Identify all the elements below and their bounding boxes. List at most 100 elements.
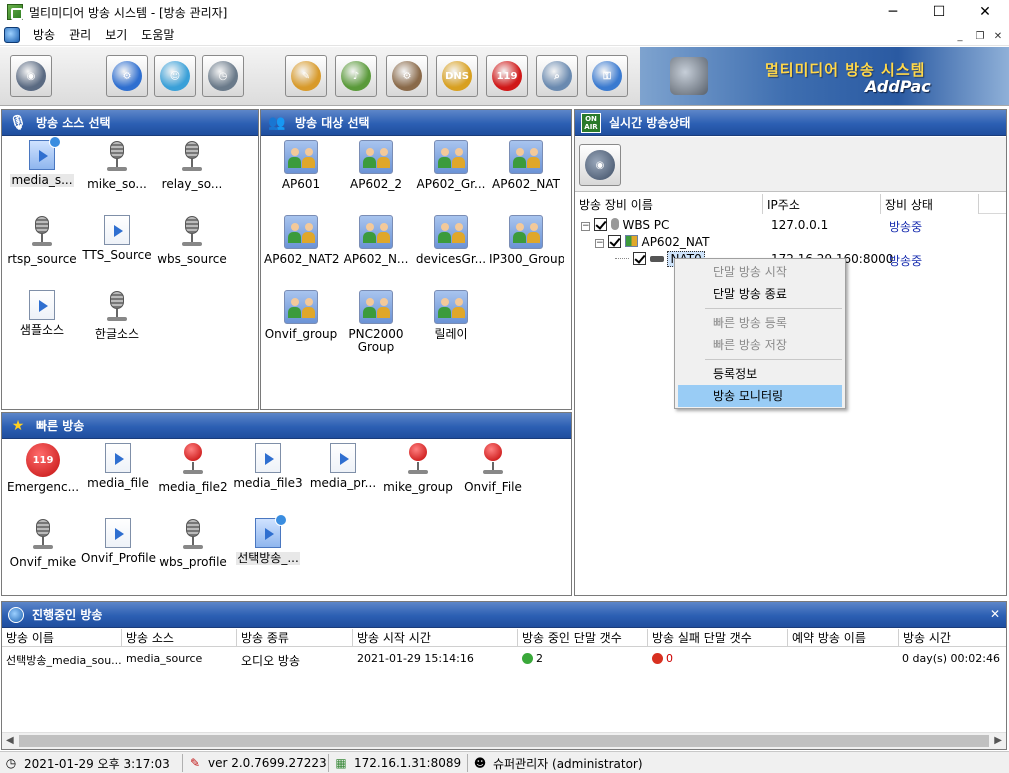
grid-item[interactable]: wbs_source (154, 215, 230, 269)
monitor-button[interactable]: ◉ (579, 144, 621, 186)
grid-item[interactable]: IP300_Group (488, 215, 564, 269)
grid-item[interactable]: AP602_NAT (488, 140, 564, 194)
col-device-name[interactable]: 방송 장비 이름 (575, 194, 763, 214)
col-broadcast-type[interactable]: 방송 종류 (237, 629, 353, 647)
col-start-time[interactable]: 방송 시작 시간 (353, 629, 518, 647)
grid-item[interactable]: media_file2 (155, 443, 231, 497)
grid-item[interactable]: 샘플소스 (4, 290, 80, 340)
menu-broadcast-monitoring[interactable]: 방송 모니터링 (678, 385, 842, 407)
collapse-icon[interactable]: − (581, 222, 590, 231)
menu-manage[interactable]: 관리 (62, 26, 98, 43)
status-toolbar: ◉ (575, 137, 1006, 192)
menu-quick-save[interactable]: 빠른 방송 저장 (678, 334, 842, 356)
tree-row-ap602-nat[interactable]: − AP602_NAT (595, 235, 709, 249)
broadcast-file-icon: ✎ (291, 61, 321, 91)
dns-icon: DNS (442, 61, 472, 91)
grid-item[interactable]: 한글소스 (79, 290, 155, 344)
scroll-right-icon[interactable]: ▶ (994, 735, 1002, 746)
menu-quick-register[interactable]: 빠른 방송 등록 (678, 312, 842, 334)
broadcast-monitor-button[interactable]: ◉ (10, 55, 52, 97)
col-failed-count[interactable]: 방송 실패 단말 갯수 (648, 629, 788, 647)
dns-button[interactable]: DNS (436, 55, 478, 97)
grid-item[interactable]: AP601 (263, 140, 339, 194)
mdi-minimize-button[interactable]: _ (952, 29, 968, 43)
horizontal-scrollbar[interactable]: ◀ ▶ (2, 732, 1006, 749)
status-panel-title: 실시간 방송상태 (609, 116, 691, 130)
scroll-left-icon[interactable]: ◀ (6, 735, 14, 746)
col-reserved-name[interactable]: 예약 방송 이름 (788, 629, 899, 647)
scroll-thumb[interactable] (19, 735, 989, 747)
maximize-button[interactable]: ☐ (916, 0, 962, 24)
col-broadcast-name[interactable]: 방송 이름 (2, 629, 122, 647)
cell-name[interactable]: 선택방송_media_sou... (6, 652, 122, 668)
menu-help[interactable]: 도움말 (134, 26, 181, 43)
grid-item[interactable]: Onvif_mike (5, 518, 81, 572)
cell-source: media_source (126, 652, 203, 665)
grid-item[interactable]: media_pr... (305, 443, 381, 493)
grid-item[interactable]: devicesGr... (413, 215, 489, 269)
tree-row-wbs-pc[interactable]: − WBS PC (581, 218, 669, 232)
grid-item[interactable]: media_file (80, 443, 156, 493)
search-log-button[interactable]: ⌕ (536, 55, 578, 97)
broadcast-file-button[interactable]: ✎ (285, 55, 327, 97)
grid-item[interactable]: PNC2000 Group (338, 290, 414, 357)
col-duration[interactable]: 방송 시간 (899, 629, 1006, 647)
live-panel-close-button[interactable]: ✕ (990, 607, 1000, 621)
item-label: PNC2000 Group (348, 328, 404, 354)
checkbox[interactable] (607, 235, 621, 248)
grid-item[interactable]: mike_group (380, 443, 456, 497)
menu-start-terminal[interactable]: 단말 방송 시작 (678, 261, 842, 283)
target-panel-title: 방송 대상 선택 (295, 116, 370, 130)
grid-item[interactable]: 119 Emergenc... (5, 443, 81, 497)
menu-broadcast[interactable]: 방송 (26, 26, 62, 43)
network-settings-button[interactable]: ⚙ (106, 55, 148, 97)
mdi-app-icon[interactable] (4, 26, 20, 43)
checkbox[interactable] (632, 252, 646, 265)
col-ip-address[interactable]: IP주소 (763, 194, 881, 214)
group-icon (624, 235, 638, 247)
title-bar: 멀티미디어 방송 시스템 - [방송 관리자] ─ ☐ ✕ (0, 0, 1009, 24)
grid-item[interactable]: Onvif_group (263, 290, 339, 344)
banner-brand: AddPac (865, 77, 931, 96)
speaker-icon (670, 57, 708, 95)
grid-item[interactable]: 릴레이 (413, 290, 489, 344)
minimize-button[interactable]: ─ (870, 0, 916, 24)
grid-item[interactable]: 선택방송_... (230, 514, 306, 568)
grid-item[interactable]: Onvif_File (455, 443, 531, 497)
close-button[interactable]: ✕ (962, 0, 1008, 24)
item-label: media_pr... (309, 477, 377, 490)
grid-item[interactable]: AP602_2 (338, 140, 414, 194)
media-file-icon (255, 443, 281, 473)
security-lock-button[interactable]: ⚿ (586, 55, 628, 97)
grid-item[interactable]: media_s... (4, 136, 80, 190)
toolbar: ◉ ⚙ ☺ ◷ ✎ ♪ ⚙ DNS 119 ⌕ ⚿ 멀티미디어 방송 시스템 AddPac (0, 47, 1009, 106)
checkbox[interactable] (593, 218, 607, 231)
grid-item[interactable]: rtsp_source (4, 215, 80, 269)
quick-panel: ★ 빠른 방송 119 Emergenc... media_file media_fi… (1, 412, 572, 596)
menu-properties[interactable]: 등록정보 (678, 363, 842, 385)
col-active-count[interactable]: 방송 중인 단말 갯수 (518, 629, 648, 647)
grid-item[interactable]: TTS_Source (79, 215, 155, 265)
item-label: media_file (87, 477, 149, 490)
menu-view[interactable]: 보기 (98, 26, 134, 43)
grid-item[interactable]: relay_so... (154, 140, 230, 194)
device-settings-icon: ⚙ (392, 61, 422, 91)
schedule-button[interactable]: ◷ (202, 55, 244, 97)
emergency-119-button[interactable]: 119 (486, 55, 528, 97)
mdi-close-button[interactable]: ✕ (990, 29, 1006, 43)
grid-item[interactable]: mike_so... (79, 140, 155, 194)
mdi-restore-button[interactable]: ❐ (972, 29, 988, 43)
col-broadcast-source[interactable]: 방송 소스 (122, 629, 237, 647)
col-device-state[interactable]: 장비 상태 (881, 194, 979, 214)
voice-broadcast-button[interactable]: ♪ (335, 55, 377, 97)
grid-item[interactable]: AP602_Gr... (413, 140, 489, 194)
grid-item[interactable]: AP602_N... (338, 215, 414, 269)
grid-item[interactable]: wbs_profile (155, 518, 231, 572)
collapse-icon[interactable]: − (595, 239, 604, 248)
grid-item[interactable]: media_file3 (230, 443, 306, 493)
grid-item[interactable]: AP602_NAT2 (263, 215, 339, 269)
grid-item[interactable]: Onvif_Profile (80, 518, 156, 568)
user-management-button[interactable]: ☺ (154, 55, 196, 97)
device-settings-button[interactable]: ⚙ (386, 55, 428, 97)
menu-stop-terminal[interactable]: 단말 방송 종료 (678, 283, 842, 305)
